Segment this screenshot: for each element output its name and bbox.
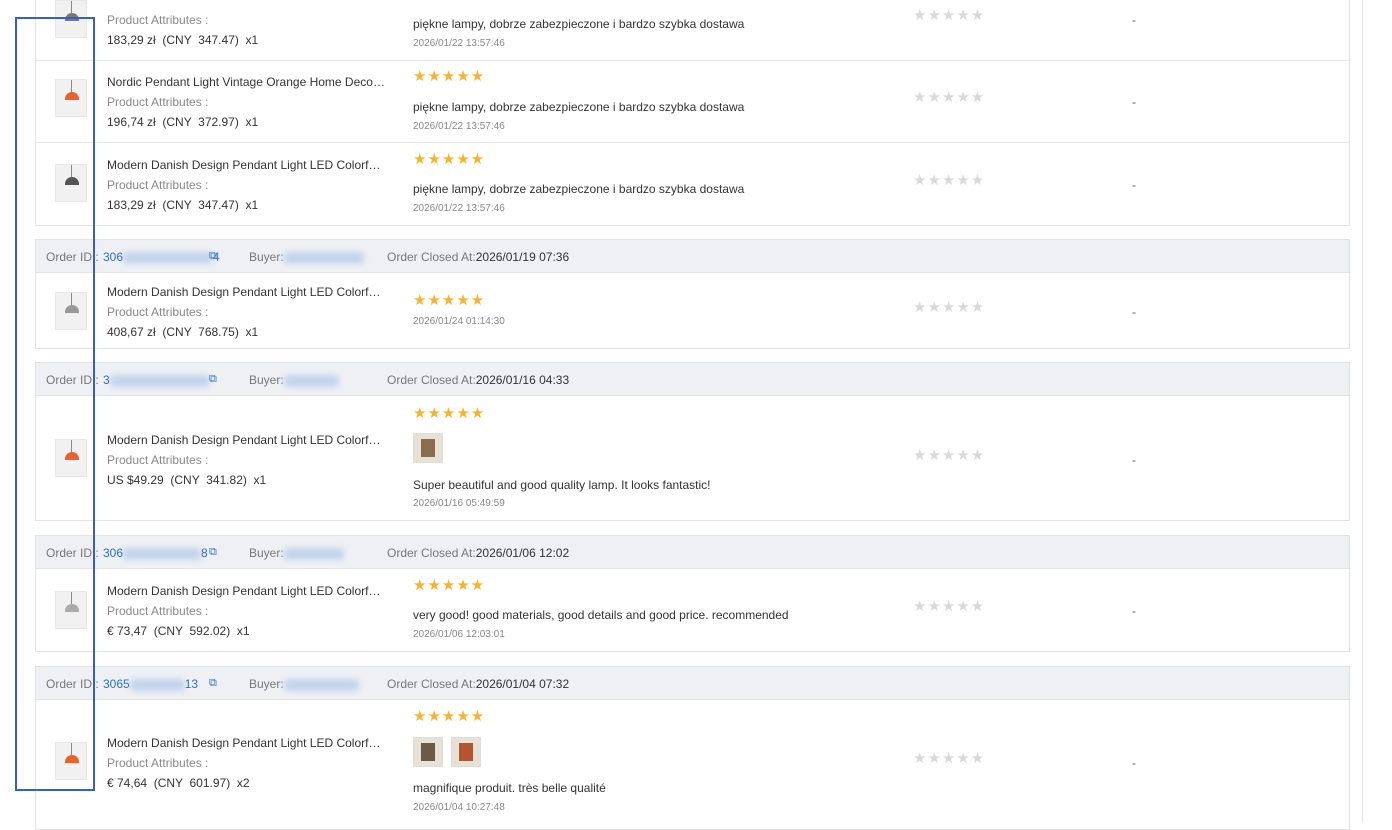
buyer-rating-stars: ★★★★★ — [413, 151, 486, 168]
product-title-link[interactable]: Modern Danish Design Pendant Light LED C… — [107, 736, 387, 750]
review-text: piękne lampy, dobrze zabezpieczone i bar… — [413, 17, 745, 31]
review-date: 2026/01/16 05:49:59 — [413, 498, 505, 509]
seller-rating-stars[interactable]: ★★★★★ — [913, 751, 985, 766]
review-text: piękne lampy, dobrze zabezpieczone i bar… — [413, 182, 745, 196]
order-header: Order ID : 3065 13 ⧉ Buyer: Order Closed … — [35, 666, 1350, 700]
order-id-link[interactable]: 306 4 — [103, 250, 220, 264]
order-closed-label: Order Closed At:2026/01/19 07:36 — [387, 250, 570, 264]
seller-rating-stars[interactable]: ★★★★★ — [913, 8, 985, 23]
product-attributes-label: Product Attributes : — [107, 305, 209, 319]
buyer-rating-stars: ★★★★★ — [413, 577, 486, 594]
buyer-name — [284, 373, 339, 387]
order-header: Order ID : 3 ⧉ Buyer: Order Closed At:20… — [35, 362, 1350, 396]
product-attributes-label: Product Attributes : — [107, 13, 209, 27]
product-attributes-label: Product Attributes : — [107, 604, 209, 618]
product-title-link[interactable]: Modern Danish Design Pendant Light LED C… — [107, 584, 387, 598]
review-photo[interactable] — [413, 433, 443, 463]
product-price: 408,67 zł (CNY 768.75) x1 — [107, 325, 259, 339]
review-date: 2026/01/22 13:57:46 — [413, 203, 505, 214]
reply-placeholder: - — [1132, 13, 1136, 27]
product-title-link[interactable]: Nordic Pendant Light Vintage Orange Home… — [107, 75, 387, 89]
copy-icon[interactable]: ⧉ — [209, 546, 217, 559]
order-header: Order ID : 306 8 ⧉ Buyer: Order Closed At… — [35, 535, 1350, 569]
order-items-block — [35, 396, 1350, 521]
seller-rating-stars[interactable]: ★★★★★ — [913, 599, 985, 614]
buyer-name — [284, 677, 359, 691]
product-title-link[interactable]: Modern Danish Design Pendant Light LED C… — [107, 158, 387, 172]
reply-placeholder: - — [1132, 305, 1136, 319]
product-attributes-label: Product Attributes : — [107, 453, 209, 467]
review-date: 2026/01/06 12:03:01 — [413, 629, 505, 640]
buyer-rating-stars: ★★★★★ — [413, 292, 486, 309]
buyer-label: Buyer: — [249, 373, 284, 387]
buyer-label: Buyer: — [249, 677, 284, 691]
buyer-label: Buyer: — [249, 250, 284, 264]
row-divider — [35, 60, 1350, 61]
copy-icon[interactable]: ⧉ — [209, 373, 217, 386]
reply-placeholder: - — [1132, 95, 1136, 109]
review-date: 2026/01/22 13:57:46 — [413, 121, 505, 132]
product-attributes-label: Product Attributes : — [107, 95, 209, 109]
product-price: 183,29 zł (CNY 347.47) x1 — [107, 198, 259, 212]
review-text: very good! good materials, good details … — [413, 608, 789, 622]
buyer-rating-stars: ★★★★★ — [413, 708, 486, 725]
vertical-scrollbar[interactable] — [1362, 0, 1381, 822]
product-price: € 74,64 (CNY 601.97) x2 — [107, 776, 250, 790]
product-title-link[interactable]: Modern Danish Design Pendant Light LED C… — [107, 433, 387, 447]
seller-rating-stars[interactable]: ★★★★★ — [913, 90, 985, 105]
row-divider — [35, 142, 1350, 143]
product-price: 196,74 zł (CNY 372.97) x1 — [107, 115, 259, 129]
copy-icon[interactable]: ⧉ — [209, 677, 217, 690]
review-date: 2026/01/24 01:14:30 — [413, 316, 505, 327]
order-id-link[interactable]: 306 8 — [103, 546, 208, 560]
reply-placeholder: - — [1132, 453, 1136, 467]
order-closed-label: Order Closed At:2026/01/04 07:32 — [387, 677, 570, 691]
review-photo[interactable] — [451, 737, 481, 767]
buyer-rating-stars: ★★★★★ — [413, 405, 486, 422]
product-attributes-label: Product Attributes : — [107, 178, 209, 192]
order-closed-label: Order Closed At:2026/01/16 04:33 — [387, 373, 570, 387]
seller-rating-stars[interactable]: ★★★★★ — [913, 448, 985, 463]
review-text: Super beautiful and good quality lamp. I… — [413, 478, 711, 492]
order-closed-label: Order Closed At:2026/01/06 12:02 — [387, 546, 570, 560]
product-price: € 73,47 (CNY 592.02) x1 — [107, 624, 250, 638]
selection-highlight-box — [15, 17, 95, 791]
product-title-link[interactable]: Modern Danish Design Pendant Light LED C… — [107, 285, 387, 299]
buyer-label: Buyer: — [249, 546, 284, 560]
reply-placeholder: - — [1132, 178, 1136, 192]
product-price: US $49.29 (CNY 341.82) x1 — [107, 473, 267, 487]
reply-placeholder: - — [1132, 604, 1136, 618]
buyer-rating-stars: ★★★★★ — [413, 68, 486, 85]
review-photo[interactable] — [413, 737, 443, 767]
review-date: 2026/01/04 10:27:48 — [413, 802, 505, 813]
order-header: Order ID : 306 4 ⧉ Buyer: Order Closed At… — [35, 239, 1350, 273]
reply-placeholder: - — [1132, 756, 1136, 770]
review-date: 2026/01/22 13:57:46 — [413, 38, 505, 49]
product-price: 183,29 zł (CNY 347.47) x1 — [107, 33, 259, 47]
order-id-link[interactable]: 3 — [103, 373, 210, 387]
review-text: piękne lampy, dobrze zabezpieczone i bar… — [413, 100, 745, 114]
order-id-link[interactable]: 3065 13 — [103, 677, 198, 691]
product-attributes-label: Product Attributes : — [107, 756, 209, 770]
copy-icon[interactable]: ⧉ — [209, 250, 217, 263]
buyer-name — [284, 250, 364, 264]
seller-rating-stars[interactable]: ★★★★★ — [913, 173, 985, 188]
order-items-block — [35, 700, 1350, 830]
review-text: magnifique produit. très belle qualité — [413, 781, 606, 795]
buyer-name — [284, 546, 344, 560]
seller-rating-stars[interactable]: ★★★★★ — [913, 300, 985, 315]
